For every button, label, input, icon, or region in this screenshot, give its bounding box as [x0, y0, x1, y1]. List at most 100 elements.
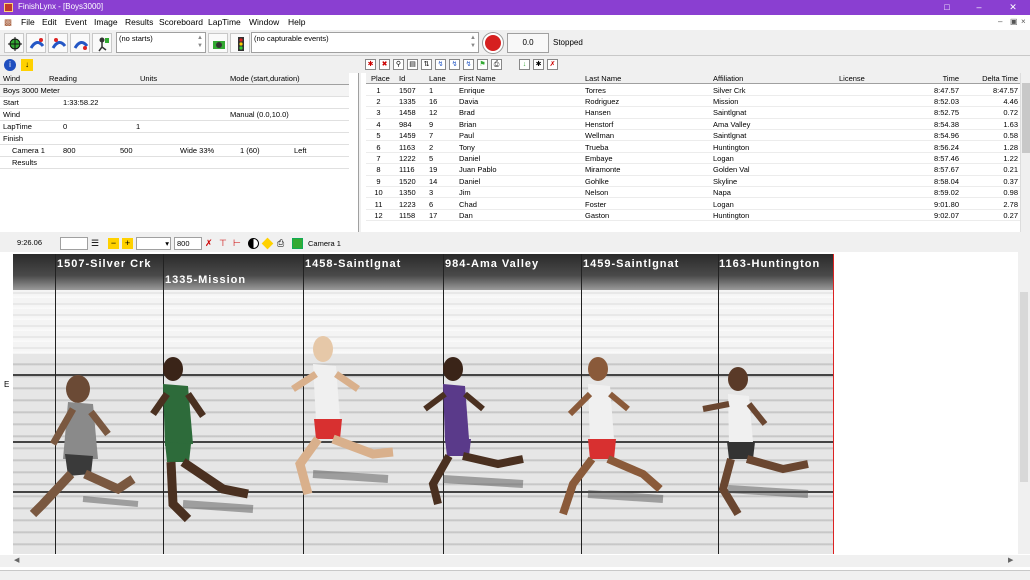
layers-icon[interactable]: ▤ — [407, 59, 418, 70]
results-cell: 8:56.24 — [933, 142, 959, 152]
results-row[interactable]: 2 1335 16 Davia Rodriguez Mission 8:52.03 4.46 — [366, 96, 1020, 108]
results-cell: 1.28 — [1003, 142, 1018, 152]
info-row-start[interactable]: Start 1:33:58.22 — [0, 97, 349, 109]
flag-icon[interactable]: ⚑ — [477, 59, 488, 70]
close-button[interactable]: ✕ — [996, 0, 1030, 15]
time-display: 0.0 — [507, 33, 549, 53]
results-cell: Chad — [459, 199, 477, 209]
results-row[interactable]: 6 1163 2 Tony Trueba Huntington 8:56.24 1.28 — [366, 141, 1020, 153]
menu-window[interactable]: Window — [249, 17, 279, 27]
results-cell: Huntington — [713, 142, 750, 152]
doc-icon[interactable]: ▩ — [4, 17, 12, 28]
results-row[interactable]: 10 1350 3 Jim Nelson Napa 8:59.02 0.98 — [366, 187, 1020, 199]
menu-bar: ▩ File Edit Event Image Results Scoreboa… — [0, 15, 1030, 30]
runner-button-2[interactable] — [48, 33, 68, 53]
results-cell: 1458 — [399, 108, 416, 118]
menu-results[interactable]: Results — [125, 17, 153, 27]
zoom-input[interactable]: 800 — [174, 237, 202, 250]
search-icon[interactable]: ⚲ — [393, 59, 404, 70]
brightness-icon[interactable] — [261, 237, 274, 250]
results-row[interactable]: 4 984 9 Brian Henstorf Ama Valley 8:54.38 1.63 — [366, 119, 1020, 131]
zoom-select[interactable]: ▾ — [136, 237, 171, 250]
scroll-thumb[interactable] — [1022, 83, 1030, 153]
mdi-close-icon[interactable]: × — [1021, 17, 1026, 26]
clear-marks-icon[interactable]: ✗ — [205, 238, 216, 249]
mdi-restore-icon[interactable]: ▣ — [1010, 17, 1018, 26]
mdi-minimize-icon[interactable]: – — [998, 17, 1002, 26]
results-cell: 1507 — [399, 85, 416, 95]
capture-small-icon[interactable]: ✱ — [365, 59, 376, 70]
scroll-left-icon[interactable]: ◀ — [14, 556, 19, 564]
menu-edit[interactable]: Edit — [42, 17, 57, 27]
menu-scoreboard[interactable]: Scoreboard — [159, 17, 203, 27]
results-row[interactable]: 12 1158 17 Dan Gaston Huntington 9:02.07 0.27 — [366, 210, 1020, 222]
results-row[interactable]: 11 1223 6 Chad Foster Logan 9:01.80 2.78 — [366, 199, 1020, 210]
scroll-thumb[interactable] — [1020, 292, 1028, 482]
info-row-laptime[interactable]: LapTime 0 1 — [0, 121, 349, 133]
info-row-camera[interactable]: Camera 1 800 500 Wide 33% 1 (60) Left — [0, 145, 349, 157]
clear-icon[interactable]: ✗ — [547, 59, 558, 70]
menu-image[interactable]: Image — [94, 17, 118, 27]
events-select[interactable]: (no capturable events) ▲ ▼ — [251, 32, 479, 53]
athlete-icon — [98, 37, 109, 52]
results-cell: 8:52.75 — [933, 108, 959, 118]
menu-help[interactable]: Help — [288, 17, 305, 27]
results-cell: 8:54.38 — [933, 119, 959, 129]
camera-button[interactable] — [208, 33, 228, 53]
info-row-wind[interactable]: Wind Manual (0.0,10.0) — [0, 109, 349, 121]
results-row[interactable]: 9 1520 14 Daniel Gohlke Skyline 8:58.04 0.37 — [366, 176, 1020, 188]
print-image-icon[interactable]: ⎙ — [277, 238, 288, 249]
stop-button[interactable] — [483, 33, 503, 53]
menu-file[interactable]: File — [21, 17, 35, 27]
results-row[interactable]: 1 1507 1 Enrique Torres Silver Crk 8:47.57 8:47… — [366, 85, 1020, 96]
image-vertical-scrollbar[interactable] — [1018, 252, 1030, 554]
athlete-button[interactable] — [92, 33, 112, 53]
results-cell: 1223 — [399, 199, 416, 209]
results-row[interactable]: 5 1459 7 Paul Wellman Saintlgnat 8:54.96 0.58 — [366, 130, 1020, 142]
spin-icon[interactable]: ▲ ▼ — [196, 34, 204, 51]
event-name-row[interactable]: Boys 3000 Meter — [0, 85, 349, 97]
info-row-results[interactable]: Results — [0, 157, 349, 169]
zoom-in-icon[interactable]: + — [122, 238, 133, 249]
list-icon[interactable]: ☰ — [91, 238, 102, 249]
capture-button[interactable] — [4, 33, 24, 53]
sort-icon[interactable]: ⇅ — [421, 59, 432, 70]
info-row-finish[interactable]: Finish — [0, 133, 349, 145]
results-row[interactable]: 8 1116 19 Juan Pablo Miramonte Golden Val 8:57… — [366, 164, 1020, 176]
menu-laptime[interactable]: LapTime — [208, 17, 241, 27]
zoom-out-icon[interactable]: − — [108, 238, 119, 249]
frame-input[interactable] — [60, 237, 88, 250]
image-horizontal-scrollbar[interactable]: ◀ ▶ — [0, 555, 1030, 567]
contrast-icon[interactable] — [248, 238, 259, 249]
down-arrow-icon[interactable]: ↓ — [519, 59, 530, 70]
runner-button-3[interactable] — [70, 33, 90, 53]
results-cell: 1158 — [399, 210, 416, 220]
download-icon[interactable]: ↓ — [21, 59, 33, 71]
results-scrollbar[interactable] — [1020, 73, 1030, 232]
finish-image[interactable]: 1507-Silver Crk 1335-Mission 1458-Saintl… — [13, 254, 834, 554]
traffic-light-button[interactable] — [230, 33, 250, 53]
maximize-button[interactable]: □ — [930, 0, 964, 15]
grid-icon[interactable] — [292, 238, 303, 249]
runner-small-icon-3[interactable]: ↯ — [463, 59, 474, 70]
results-cell: 9 — [376, 176, 381, 186]
info-icon[interactable]: i — [4, 59, 16, 71]
menu-event[interactable]: Event — [65, 17, 87, 27]
spin-icon[interactable]: ▲ ▼ — [469, 34, 477, 51]
minimize-button[interactable]: – — [962, 0, 996, 15]
runner-image-6 — [702, 367, 809, 517]
runner-button-1[interactable] — [26, 33, 46, 53]
results-header-row: Place Id Lane First Name Last Name Affil… — [366, 73, 1020, 85]
split-marks-icon[interactable]: ⊢ — [233, 238, 244, 249]
hurdle-icon[interactable]: ⊤ — [219, 238, 230, 249]
delete-icon[interactable]: ✖ — [379, 59, 390, 70]
results-row[interactable]: 7 1222 5 Daniel Embaye Logan 8:57.46 1.22 — [366, 153, 1020, 165]
runner-small-icon-1[interactable]: ↯ — [435, 59, 446, 70]
print-icon[interactable]: ⎙ — [491, 59, 502, 70]
results-row[interactable]: 3 1458 12 Brad Hansen Saintlgnat 8:52.75 0.72 — [366, 107, 1020, 119]
starts-select[interactable]: (no starts) ▲ ▼ — [116, 32, 206, 53]
scroll-right-icon[interactable]: ▶ — [1008, 556, 1013, 564]
split-icon[interactable]: ✱ — [533, 59, 544, 70]
runner-small-icon-2[interactable]: ↯ — [449, 59, 460, 70]
dropdown-icon[interactable]: ▾ — [165, 238, 169, 249]
